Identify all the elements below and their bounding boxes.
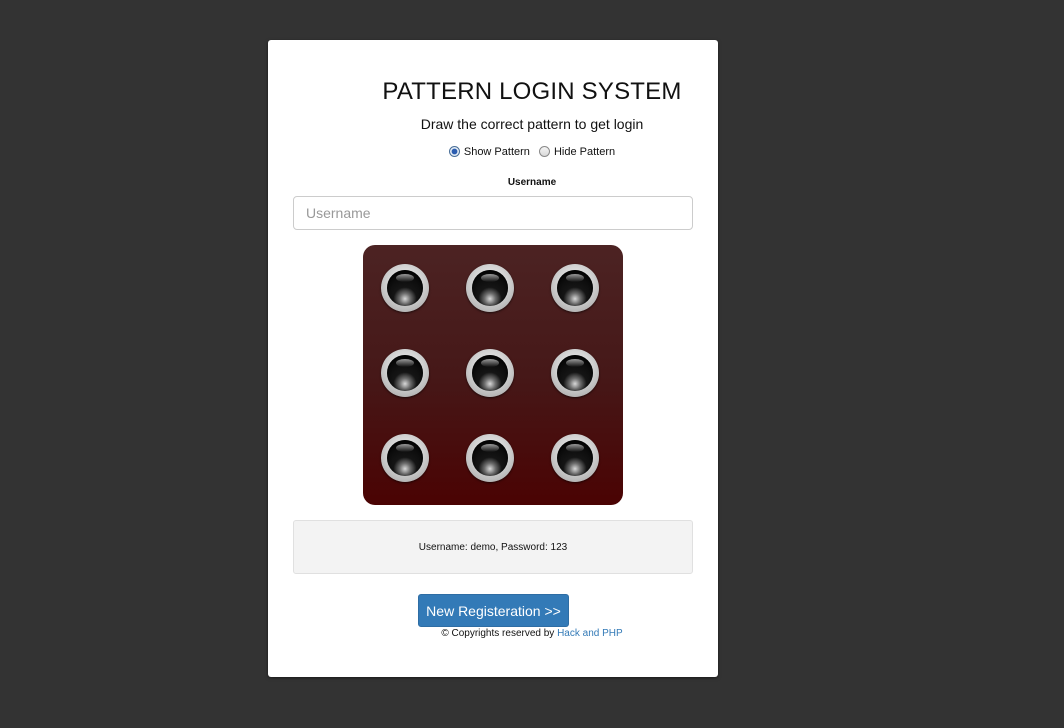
pattern-dot-7[interactable]	[381, 434, 429, 482]
page-subtitle: Draw the correct pattern to get login	[420, 116, 644, 132]
username-label: Username	[507, 177, 557, 188]
footer-copyright: © Copyrights reserved by	[441, 628, 555, 639]
pattern-dot-3[interactable]	[551, 264, 599, 312]
credentials-hint-text: Username: demo, Password: 123	[418, 541, 568, 553]
footer: © Copyrights reserved by Hack and PHP	[0, 628, 1064, 639]
hide-pattern-radio[interactable]	[538, 145, 550, 157]
pattern-dot-5[interactable]	[466, 349, 514, 397]
pattern-dot-4[interactable]	[381, 349, 429, 397]
pattern-dot-1[interactable]	[381, 264, 429, 312]
pattern-dot-2[interactable]	[466, 264, 514, 312]
credentials-hint: Username: demo, Password: 123	[293, 520, 693, 574]
pattern-dot-9[interactable]	[551, 434, 599, 482]
show-pattern-radio[interactable]	[448, 145, 460, 157]
username-input[interactable]	[293, 196, 693, 230]
new-registration-button[interactable]: New Registeration >>	[418, 594, 569, 627]
footer-link[interactable]: Hack and PHP	[557, 628, 623, 639]
hide-pattern-label: Hide Pattern	[553, 146, 616, 158]
show-pattern-label: Show Pattern	[463, 146, 530, 158]
pattern-dot-8[interactable]	[466, 434, 514, 482]
show-pattern-option[interactable]: Show Pattern	[448, 145, 530, 158]
pattern-visibility-options: Show Pattern Hide Pattern	[0, 145, 1064, 161]
pattern-pad[interactable]	[363, 245, 623, 505]
hide-pattern-option[interactable]: Hide Pattern	[538, 145, 616, 158]
pattern-dot-6[interactable]	[551, 349, 599, 397]
page-title: PATTERN LOGIN SYSTEM	[382, 78, 682, 105]
